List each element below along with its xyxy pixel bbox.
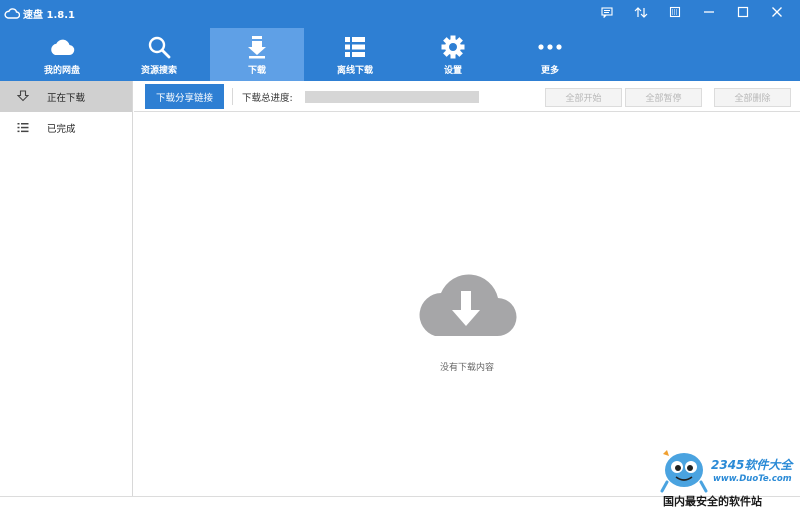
skin-icon[interactable] — [658, 0, 692, 24]
download-share-link-button[interactable]: 下载分享链接 — [145, 84, 224, 109]
nav-offline-download[interactable]: 离线下载 — [308, 28, 402, 81]
delete-all-button[interactable]: 全部删除 — [714, 88, 791, 107]
search-icon — [112, 34, 206, 60]
download-icon — [210, 34, 304, 60]
download-arrow-icon — [16, 89, 30, 103]
nav-resource-search[interactable]: 资源搜索 — [112, 28, 206, 81]
close-icon[interactable] — [760, 0, 794, 24]
window-controls — [590, 0, 794, 24]
maximize-icon[interactable] — [726, 0, 760, 24]
nav-settings[interactable]: 设置 — [406, 28, 500, 81]
app-title-text: 速盘 1.8.1 — [23, 9, 75, 21]
sync-icon[interactable] — [624, 0, 658, 24]
toolbar-divider — [232, 88, 233, 105]
nav-label: 离线下载 — [336, 66, 373, 76]
nav-label: 资源搜索 — [140, 66, 177, 76]
nav-label: 下载 — [247, 66, 266, 76]
mascot-icon — [660, 450, 708, 493]
nav-label: 我的网盘 — [43, 66, 80, 76]
sidebar-item-label: 已完成 — [47, 124, 76, 135]
minimize-icon[interactable] — [692, 0, 726, 24]
start-all-button[interactable]: 全部开始 — [545, 88, 622, 107]
sidebar-item-label: 正在下载 — [47, 93, 86, 104]
download-list-area: 没有下载内容 — [134, 112, 800, 496]
watermark-brand: 2345软件大全 — [711, 458, 793, 472]
app-logo-icon — [4, 8, 20, 19]
total-progress-label: 下载总进度: — [242, 93, 293, 104]
download-toolbar: 下载分享链接 下载总进度: 全部开始 全部暂停 全部删除 — [134, 81, 800, 112]
sidebar-item-downloading[interactable]: 正在下载 — [0, 81, 132, 112]
sidebar-item-completed[interactable]: 已完成 — [0, 112, 132, 143]
empty-state-text: 没有下载内容 — [439, 363, 494, 373]
message-icon[interactable] — [590, 0, 624, 24]
list-icon — [308, 34, 402, 60]
title-bar: 速盘 1.8.1 — [0, 0, 800, 28]
empty-cloud-download-icon — [415, 272, 517, 341]
main-nav: 我的网盘 资源搜索 下载 离线下载 设置 更多 — [0, 28, 800, 81]
nav-label: 设置 — [443, 66, 462, 76]
watermark-url: www.DuoTe.com — [713, 474, 792, 484]
nav-my-disk[interactable]: 我的网盘 — [15, 28, 109, 81]
watermark-tagline: 国内最安全的软件站 — [663, 495, 762, 508]
nav-download[interactable]: 下载 — [210, 28, 304, 81]
nav-more[interactable]: 更多 — [503, 28, 597, 81]
total-progress-bar — [305, 91, 479, 103]
sidebar: 正在下载 已完成 — [0, 81, 133, 496]
nav-label: 更多 — [540, 66, 559, 76]
watermark: 2345软件大全 www.DuoTe.com 国内最安全的软件站 — [655, 448, 800, 516]
more-icon — [503, 34, 597, 60]
pause-all-button[interactable]: 全部暂停 — [625, 88, 702, 107]
completed-list-icon — [16, 120, 30, 134]
cloud-icon — [15, 34, 109, 60]
app-title: 速盘 1.8.1 — [4, 5, 75, 21]
gear-icon — [406, 34, 500, 60]
